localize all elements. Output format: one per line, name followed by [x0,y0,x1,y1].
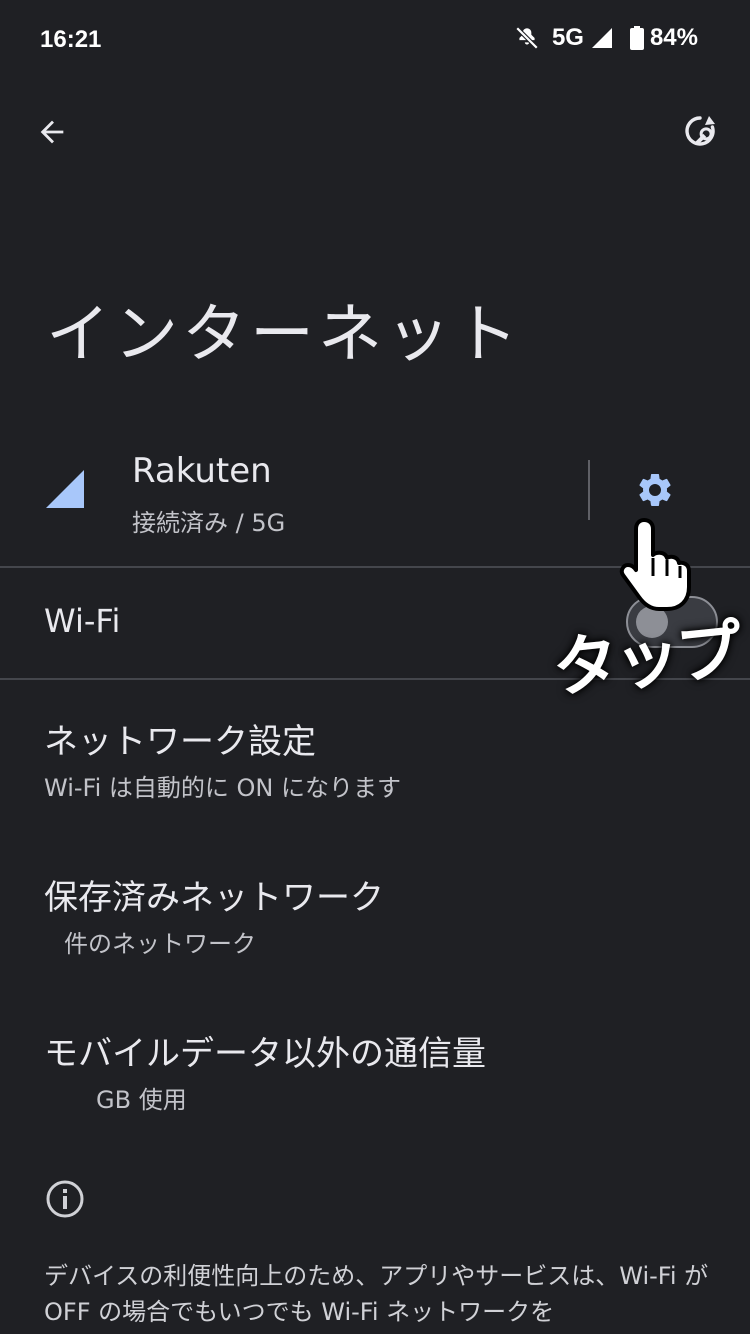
saved-networks-item[interactable]: 保存済みネットワーク 件のネットワーク [0,870,750,1000]
network-type: 5G [551,24,584,51]
back-button[interactable] [24,104,80,160]
internet-settings-screen: 16:21 5G 84% インターネット Rakuten 接続済み / 5G W… [0,0,750,1334]
info-icon [46,1180,84,1218]
gear-icon [639,473,671,506]
divider [588,460,590,520]
item-summary: GB 使用 [96,1086,187,1114]
network-reset-button[interactable] [672,104,728,160]
network-reset-icon [685,116,715,146]
mute-icon [514,25,540,51]
item-summary: 件のネットワーク [64,930,256,958]
arrow-left-icon [40,120,64,144]
tap-annotation-label: タップ [549,611,743,708]
wifi-label: Wi-Fi [44,602,121,640]
carrier-status: 接続済み / 5G [132,509,286,537]
footer-description: デバイスの利便性向上のため、アプリやサービスは、Wi-Fi が OFF の場合で… [44,1262,709,1326]
page-title: インターネット [46,298,522,372]
carrier-settings-button[interactable] [628,468,682,512]
signal-icon [590,26,614,50]
status-icons: 5G 84% [514,24,698,52]
cellular-signal-icon [46,470,84,512]
item-summary: Wi-Fi は自動的に ON になります [44,774,401,802]
non-carrier-data-usage-item[interactable]: モバイルデータ以外の通信量 GB 使用 [0,1026,750,1156]
item-title: 保存済みネットワーク [44,878,384,918]
item-title: ネットワーク設定 [44,722,316,762]
status-time: 16:21 [40,26,102,53]
battery-icon [629,26,644,50]
status-bar: 16:21 5G 84% [0,0,750,80]
network-preferences-item[interactable]: ネットワーク設定 Wi-Fi は自動的に ON になります [0,714,750,844]
carrier-name: Rakuten [132,451,272,491]
pointing-hand-icon [619,518,691,611]
battery-level: 84% [649,24,698,51]
item-title: モバイルデータ以外の通信量 [44,1034,486,1074]
